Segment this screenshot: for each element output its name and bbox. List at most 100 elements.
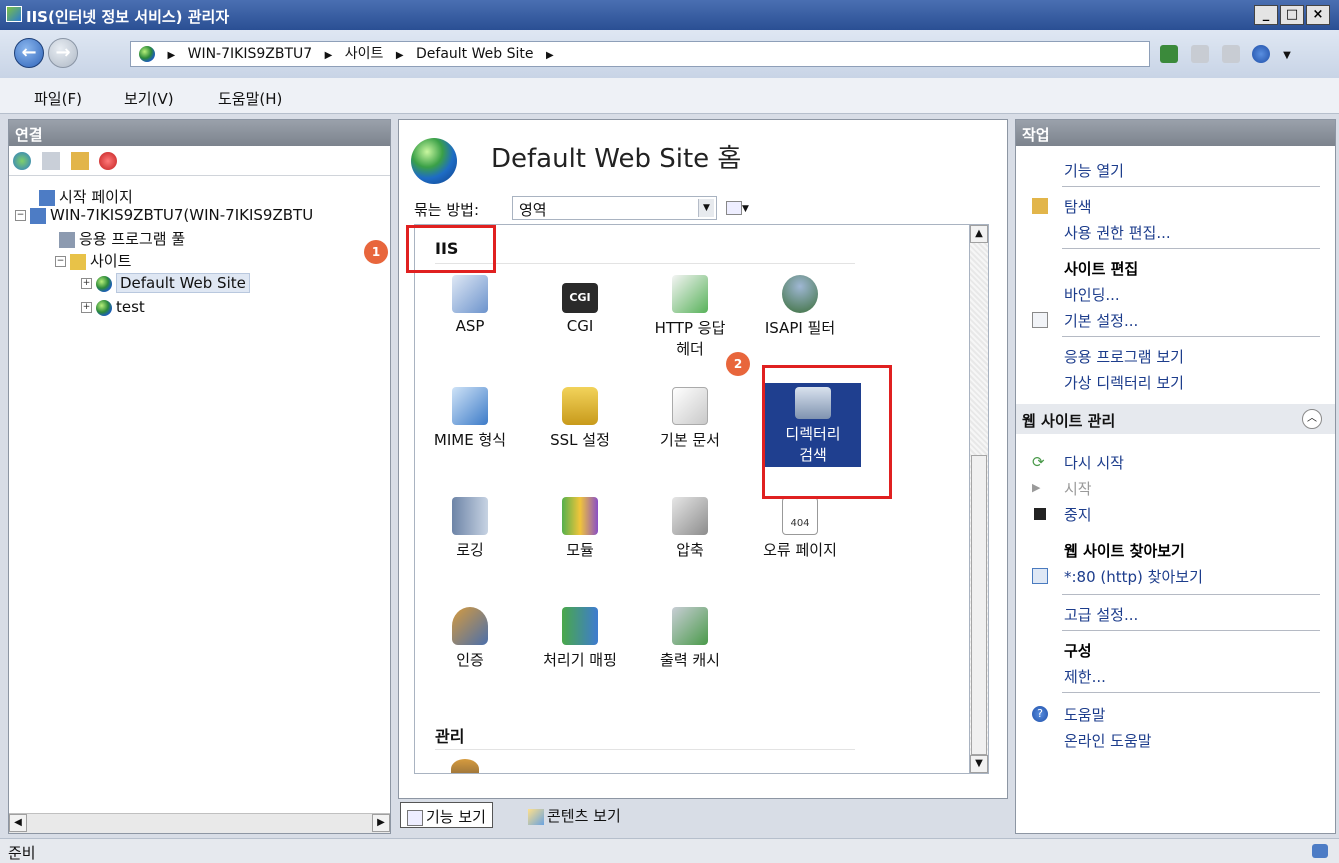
scroll-right-icon[interactable]: ▶ bbox=[372, 814, 390, 832]
folder-up-icon[interactable] bbox=[70, 151, 89, 170]
tree-start-page[interactable]: 시작 페이지 bbox=[39, 186, 133, 207]
back-button[interactable]: ← bbox=[14, 38, 44, 68]
scroll-up-icon[interactable]: ▲ bbox=[970, 225, 988, 243]
tree-test-site[interactable]: + test bbox=[81, 298, 145, 316]
action-basic-settings[interactable]: 기본 설정... bbox=[1064, 310, 1138, 331]
section-configure: 구성 bbox=[1064, 642, 1092, 660]
collapse-icon[interactable]: − bbox=[55, 256, 66, 267]
tree-server[interactable]: − WIN-7IKIS9ZBTU7(WIN-7IKIS9ZBTU bbox=[15, 206, 313, 224]
minimize-button[interactable]: _ bbox=[1254, 5, 1278, 25]
chevron-right-icon: ▶ bbox=[545, 50, 554, 61]
action-start[interactable]: 시작 bbox=[1064, 478, 1092, 499]
feature-mime-types[interactable]: MIME 형식 bbox=[415, 387, 525, 450]
disconnect-icon[interactable] bbox=[99, 151, 118, 170]
manage-site-section: 웹 사이트 관리 ︿ bbox=[1016, 404, 1335, 434]
home-icon[interactable] bbox=[1221, 44, 1240, 63]
action-limits[interactable]: 제한... bbox=[1064, 666, 1106, 687]
action-online-help[interactable]: 온라인 도움말 bbox=[1064, 730, 1152, 751]
chevron-down-icon[interactable]: ▼ bbox=[1283, 50, 1291, 61]
highlight-box-iis bbox=[406, 225, 496, 273]
tree-default-web-site[interactable]: + Default Web Site bbox=[81, 273, 250, 293]
forward-button[interactable]: → bbox=[48, 38, 78, 68]
actions-panel: 작업 기능 열기 탐색 사용 권한 편집... 사이트 편집 바인딩... 기본… bbox=[1015, 119, 1336, 834]
group-by-label: 묶는 방법: bbox=[414, 201, 480, 219]
section-divider bbox=[435, 749, 855, 750]
action-browse-80[interactable]: *:80 (http) 찾아보기 bbox=[1064, 566, 1203, 587]
server-icon bbox=[30, 207, 46, 224]
breadcrumb-server[interactable]: WIN-7IKIS9ZBTU7 bbox=[188, 46, 313, 62]
scroll-thumb[interactable] bbox=[971, 455, 987, 755]
connection-status-icon bbox=[1312, 844, 1328, 858]
action-help[interactable]: 도움말 bbox=[1064, 704, 1105, 725]
globe-icon bbox=[96, 299, 112, 316]
content-view-icon bbox=[528, 808, 544, 825]
close-button[interactable]: × bbox=[1306, 5, 1330, 25]
chevron-down-icon: ▼ bbox=[698, 199, 714, 217]
stop-icon bbox=[1034, 508, 1046, 520]
collapse-icon[interactable]: − bbox=[15, 210, 26, 221]
chevron-right-icon: ▶ bbox=[167, 50, 176, 61]
action-stop[interactable]: 중지 bbox=[1064, 504, 1092, 525]
action-restart[interactable]: 다시 시작 bbox=[1064, 452, 1124, 473]
window-title: IIS(인터넷 정보 서비스) 관리자 bbox=[26, 8, 230, 26]
menu-file[interactable]: 파일(F) bbox=[34, 88, 82, 109]
breadcrumb-sites[interactable]: 사이트 bbox=[345, 46, 384, 62]
feature-isapi-filters[interactable]: ISAPI 필터 bbox=[745, 275, 855, 338]
breadcrumb[interactable]: ▶ WIN-7IKIS9ZBTU7 ▶ 사이트 ▶ Default Web Si… bbox=[130, 41, 1150, 67]
tree-app-pools[interactable]: 응용 프로그램 풀 bbox=[59, 228, 185, 249]
help-icon[interactable] bbox=[1252, 44, 1271, 63]
action-advanced-settings[interactable]: 고급 설정... bbox=[1064, 604, 1138, 625]
actions-divider bbox=[1062, 336, 1320, 337]
group-by-bar: 묶는 방법: 영역 ▼ ▼ bbox=[414, 196, 999, 222]
save-icon[interactable] bbox=[41, 151, 60, 170]
menu-view[interactable]: 보기(V) bbox=[124, 88, 174, 109]
actions-divider bbox=[1062, 594, 1320, 595]
tab-content-view[interactable]: 콘텐츠 보기 bbox=[522, 802, 627, 828]
group-by-select[interactable]: 영역 ▼ bbox=[512, 196, 717, 220]
title-bar: IIS(인터넷 정보 서비스) 관리자 _ □ × bbox=[0, 0, 1339, 30]
vertical-scrollbar[interactable]: ▲ ▼ bbox=[969, 224, 989, 774]
feature-output-caching[interactable]: 출력 캐시 bbox=[635, 607, 745, 670]
feature-ssl-settings[interactable]: SSL 설정 bbox=[525, 387, 635, 450]
callout-badge-1: 1 bbox=[364, 240, 388, 264]
breadcrumb-site[interactable]: Default Web Site bbox=[416, 46, 533, 62]
expand-icon[interactable]: + bbox=[81, 302, 92, 313]
feature-default-document[interactable]: 기본 문서 bbox=[635, 387, 745, 450]
compression-icon bbox=[672, 497, 708, 535]
feature-logging[interactable]: 로깅 bbox=[415, 497, 525, 560]
features-header: Default Web Site 홈 bbox=[399, 120, 1007, 190]
action-explore[interactable]: 탐색 bbox=[1064, 196, 1092, 217]
basic-settings-icon bbox=[1032, 312, 1048, 328]
feature-modules[interactable]: 모듈 bbox=[525, 497, 635, 560]
view-mode-button[interactable]: ▼ bbox=[726, 196, 764, 220]
expand-icon[interactable]: + bbox=[81, 278, 92, 289]
collapse-section-icon[interactable]: ︿ bbox=[1302, 409, 1322, 429]
scroll-left-icon[interactable]: ◀ bbox=[9, 814, 27, 832]
feature-authentication[interactable]: 인증 bbox=[415, 607, 525, 670]
stop-icon[interactable] bbox=[1190, 44, 1209, 63]
feature-handler-mappings[interactable]: 처리기 매핑 bbox=[525, 607, 635, 670]
feature-asp[interactable]: ASP bbox=[415, 275, 525, 335]
action-edit-permissions[interactable]: 사용 권한 편집... bbox=[1064, 222, 1171, 243]
tab-features-view[interactable]: 기능 보기 bbox=[400, 802, 493, 828]
tree-sites[interactable]: − 사이트 bbox=[55, 250, 131, 271]
feature-cgi[interactable]: CGI CGI bbox=[525, 275, 635, 335]
actions-divider bbox=[1062, 186, 1320, 187]
menu-help[interactable]: 도움말(H) bbox=[218, 88, 282, 109]
feature-compression[interactable]: 압축 bbox=[635, 497, 745, 560]
action-view-applications[interactable]: 응용 프로그램 보기 bbox=[1064, 346, 1184, 367]
management-feature-icon[interactable] bbox=[451, 759, 479, 773]
maximize-button[interactable]: □ bbox=[1280, 5, 1304, 25]
scroll-down-icon[interactable]: ▼ bbox=[970, 755, 988, 773]
feature-error-pages[interactable]: 404 오류 페이지 bbox=[745, 497, 855, 560]
callout-badge-2: 2 bbox=[726, 352, 750, 376]
feature-http-headers[interactable]: HTTP 응답 헤더 bbox=[635, 275, 745, 359]
refresh-icon[interactable] bbox=[1160, 44, 1178, 63]
action-view-virtual-directories[interactable]: 가상 디렉터리 보기 bbox=[1064, 372, 1184, 393]
action-open-feature[interactable]: 기능 열기 bbox=[1064, 160, 1124, 181]
connect-icon[interactable] bbox=[13, 151, 31, 170]
horizontal-scrollbar[interactable]: ◀ ▶ bbox=[9, 813, 390, 833]
site-globe-icon bbox=[411, 138, 457, 184]
action-bindings[interactable]: 바인딩... bbox=[1064, 284, 1120, 305]
app-pool-icon bbox=[59, 231, 75, 248]
